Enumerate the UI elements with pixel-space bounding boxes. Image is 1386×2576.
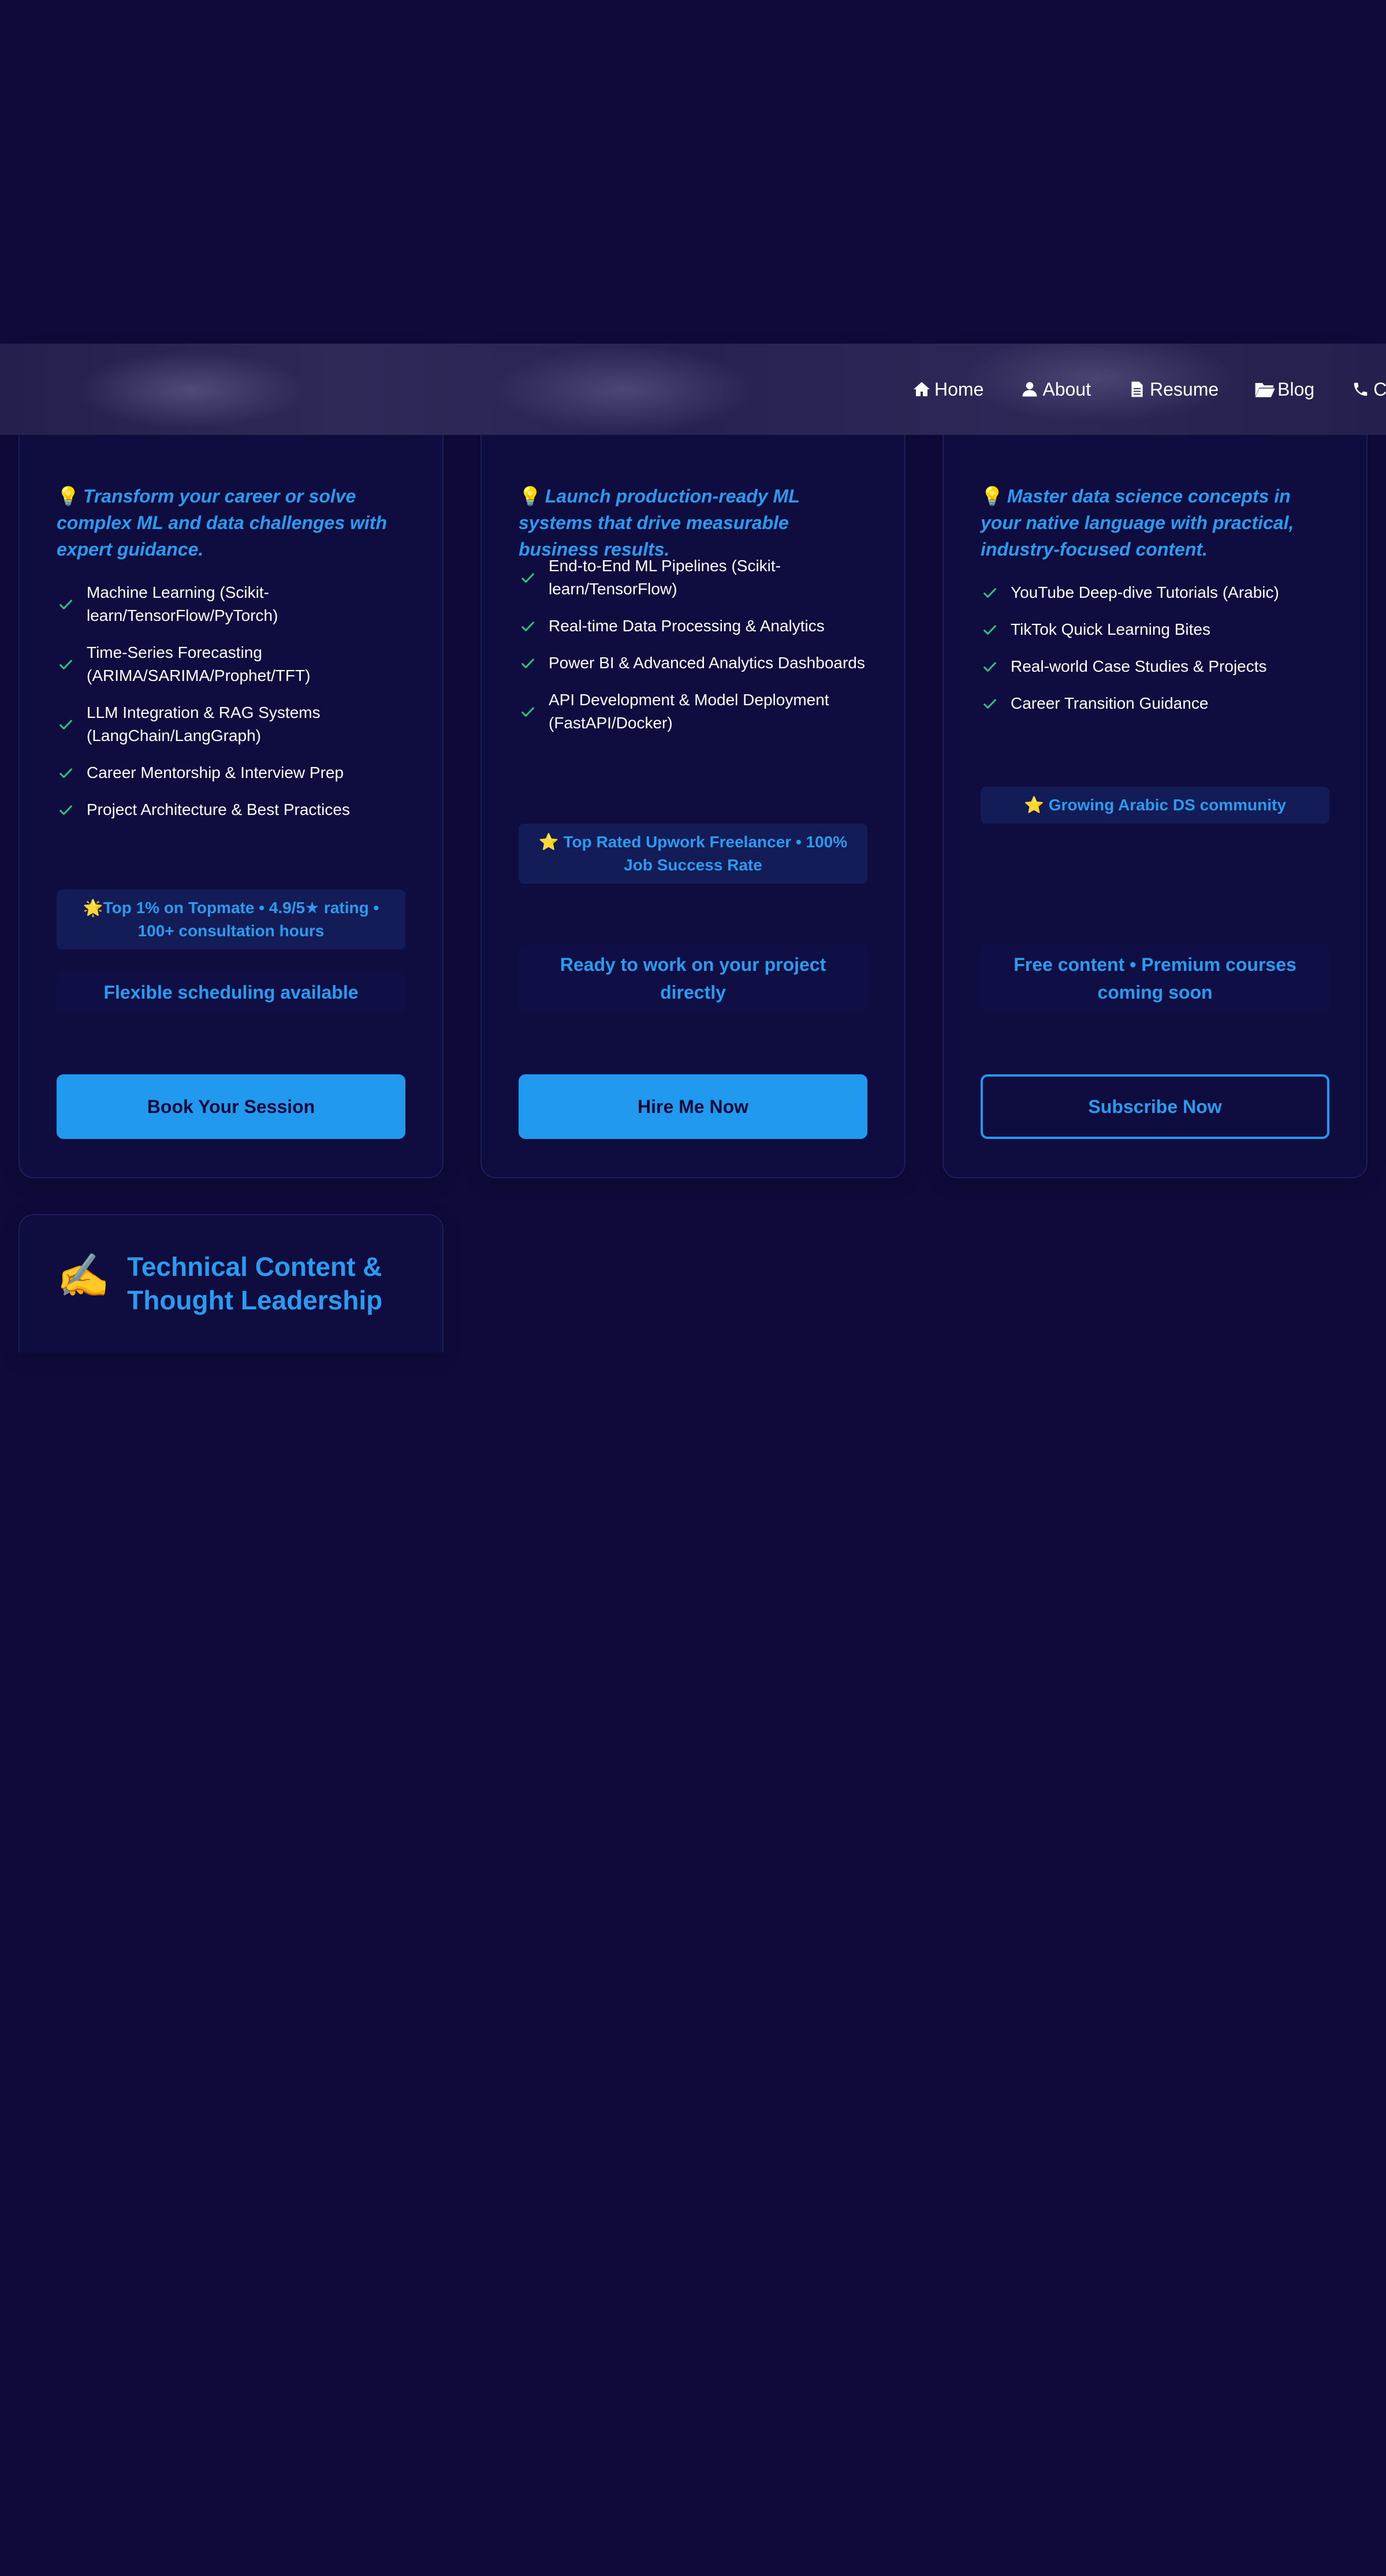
hire-me-button[interactable]: Hire Me Now [519, 1074, 867, 1139]
availability-note: Ready to work on your project directly [519, 945, 867, 1012]
folder-icon [1254, 379, 1275, 400]
list-item: Real-world Case Studies & Projects [981, 655, 1339, 678]
book-session-button[interactable]: Book Your Session [57, 1074, 405, 1139]
card-tagline: 💡 Launch production-ready ML systems that… [519, 486, 800, 560]
nav-link-contact[interactable]: Co [1350, 379, 1386, 400]
lightbulb-icon: 💡 [57, 486, 80, 507]
lightbulb-icon: 💡 [981, 486, 1004, 507]
card-title: Technical Content & Thought Leadership [127, 1252, 383, 1315]
card-tagline: 💡 Transform your career or solve complex … [57, 486, 387, 560]
card-header: ✍️ Technical Content & Thought Leadershi… [57, 1250, 404, 1317]
nav-link-blog[interactable]: Blog [1254, 379, 1314, 400]
check-icon [982, 585, 998, 601]
home-icon [911, 379, 932, 400]
list-item: Machine Learning (Scikit-learn/TensorFlo… [57, 581, 415, 627]
list-item: End-to-End ML Pipelines (Scikit-learn/Te… [519, 554, 877, 601]
list-item: Real-time Data Processing & Analytics [519, 615, 877, 638]
list-item: Career Transition Guidance [981, 692, 1339, 715]
navbar: Home About Resume Blog Co [0, 344, 1386, 435]
freelance-card: 💡 Launch production-ready ML systems that… [480, 347, 906, 1178]
check-icon [58, 596, 74, 612]
list-item: Time-Series Forecasting (ARIMA/SARIMA/Pr… [57, 641, 415, 687]
check-icon [520, 569, 536, 586]
list-item: LLM Integration & RAG Systems (LangChain… [57, 701, 415, 747]
list-item: YouTube Deep-dive Tutorials (Arabic) [981, 581, 1339, 604]
nav-link-resume[interactable]: Resume [1127, 379, 1219, 400]
writing-hand-icon: ✍️ [57, 1252, 110, 1300]
rating-badge: ⭐ Top Rated Upwork Freelancer • 100% Job… [519, 824, 867, 884]
check-icon [982, 658, 998, 675]
feature-list: Machine Learning (Scikit-learn/TensorFlo… [57, 581, 415, 835]
phone-icon [1350, 379, 1371, 400]
list-item: Career Mentorship & Interview Prep [57, 761, 415, 784]
lightbulb-icon: 💡 [519, 486, 542, 507]
card-tagline: 💡 Master data science concepts in your na… [981, 486, 1294, 560]
list-item: API Development & Model Deployment (Fast… [519, 688, 877, 735]
education-card: 💡 Master data science concepts in your na… [942, 347, 1368, 1178]
mentorship-card: 💡 Transform your career or solve complex … [18, 347, 444, 1178]
list-item: Project Architecture & Best Practices [57, 798, 415, 821]
user-icon [1019, 379, 1040, 400]
check-icon [982, 695, 998, 712]
check-icon [520, 618, 536, 634]
nav-link-home[interactable]: Home [911, 379, 983, 400]
list-item: Power BI & Advanced Analytics Dashboards [519, 652, 877, 675]
check-icon [520, 655, 536, 671]
check-icon [58, 656, 74, 672]
check-icon [58, 802, 74, 818]
check-icon [982, 621, 998, 638]
availability-note: Free content • Premium courses coming so… [981, 945, 1329, 1012]
nav-link-about[interactable]: About [1019, 379, 1091, 400]
rating-badge: 🌟Top 1% on Topmate • 4.9/5★ rating • 100… [57, 889, 405, 950]
feature-list: YouTube Deep-dive Tutorials (Arabic) Tik… [981, 581, 1339, 729]
availability-note: Flexible scheduling available [57, 973, 405, 1012]
subscribe-button[interactable]: Subscribe Now [981, 1074, 1329, 1139]
check-icon [520, 703, 536, 720]
feature-list: End-to-End ML Pipelines (Scikit-learn/Te… [519, 554, 877, 749]
nav-links: Home About Resume Blog Co [911, 344, 1386, 435]
check-icon [58, 716, 74, 732]
document-icon [1127, 379, 1147, 400]
list-item: TikTok Quick Learning Bites [981, 618, 1339, 641]
technical-content-card: ✍️ Technical Content & Thought Leadershi… [18, 1214, 444, 1353]
check-icon [58, 765, 74, 781]
community-badge: ⭐ Growing Arabic DS community [981, 787, 1329, 824]
